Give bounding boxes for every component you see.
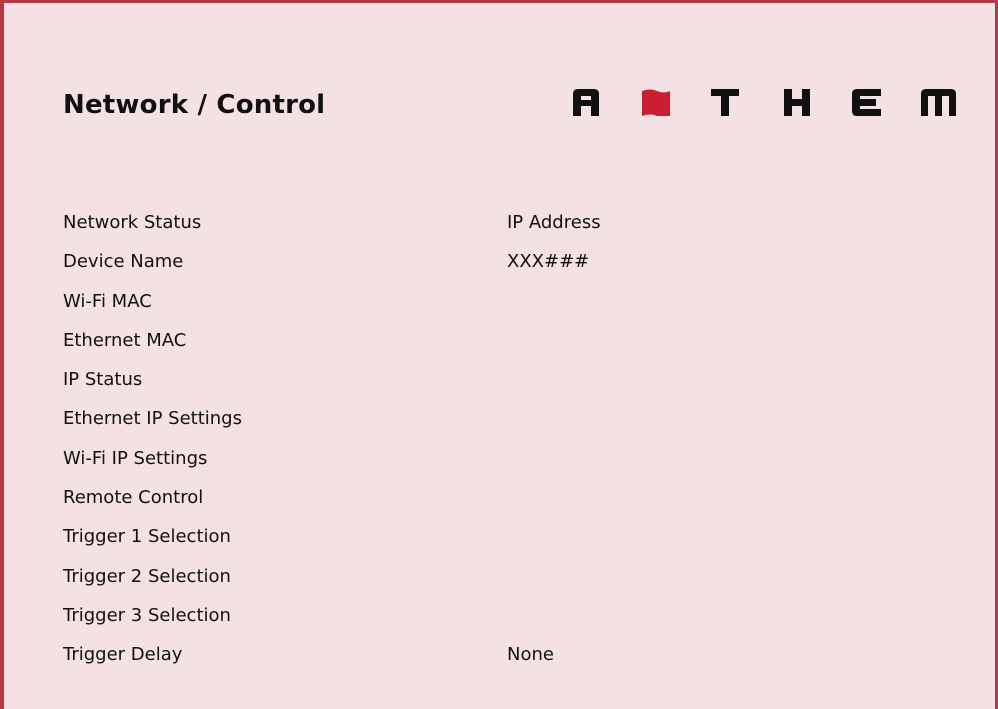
logo-flag-icon [642,89,670,116]
setting-row-device-name[interactable]: Device Name XXX### [63,243,763,282]
setting-row-trigger-3-selection[interactable]: Trigger 3 Selection [63,597,763,636]
page-title: Network / Control [63,90,326,120]
anthem-logo [573,89,956,116]
setting-row-wifi-ip-settings[interactable]: Wi-Fi IP Settings [63,440,763,479]
settings-screen: Network / Control Network Status IP Addr [0,0,998,709]
setting-value: IP Address [507,212,601,233]
logo-letter-e [852,89,881,116]
setting-row-trigger-delay[interactable]: Trigger Delay None [63,636,763,675]
setting-label: Network Status [63,212,202,233]
setting-value: XXX### [507,251,590,273]
logo-letter-m [921,89,956,116]
setting-row-trigger-1-selection[interactable]: Trigger 1 Selection [63,518,763,557]
setting-row-ip-status[interactable]: IP Status [63,361,763,400]
setting-label: Trigger Delay [63,644,183,666]
setting-row-remote-control[interactable]: Remote Control [63,479,763,518]
logo-letter-h [784,89,810,116]
setting-label: Trigger 1 Selection [63,526,231,548]
settings-list: Network Status IP Address Device Name XX… [63,204,763,676]
setting-label: IP Status [63,369,143,391]
setting-label: Device Name [63,251,184,273]
setting-label: Trigger 2 Selection [63,565,231,587]
setting-label: Wi-Fi MAC [63,290,152,312]
logo-letter-a [573,89,599,116]
setting-value: None [507,644,554,666]
setting-row-network-status[interactable]: Network Status IP Address [63,204,763,243]
setting-label: Ethernet IP Settings [63,408,242,430]
setting-label: Trigger 3 Selection [63,604,231,626]
logo-letter-t [711,89,739,116]
setting-row-wifi-mac[interactable]: Wi-Fi MAC [63,283,763,322]
setting-row-ethernet-mac[interactable]: Ethernet MAC [63,322,763,361]
setting-row-ethernet-ip-settings[interactable]: Ethernet IP Settings [63,400,763,439]
setting-row-trigger-2-selection[interactable]: Trigger 2 Selection [63,558,763,597]
setting-label: Ethernet MAC [63,329,187,351]
setting-label: Remote Control [63,487,204,509]
setting-label: Wi-Fi IP Settings [63,447,208,469]
